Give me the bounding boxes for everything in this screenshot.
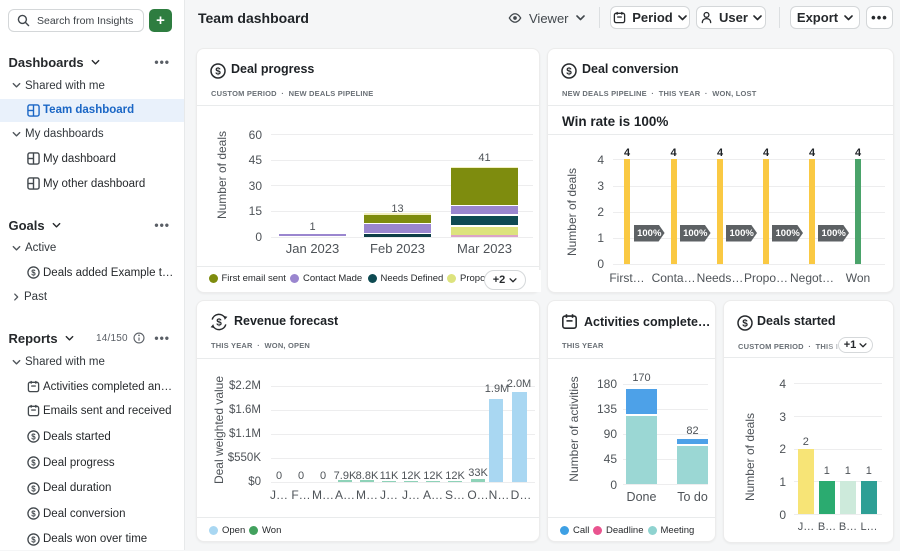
svg-text:$: $ <box>31 458 36 467</box>
svg-text:$: $ <box>742 319 748 330</box>
svg-text:$: $ <box>31 432 36 441</box>
svg-text:$: $ <box>216 318 222 329</box>
svg-text:$: $ <box>31 484 36 493</box>
svg-text:$: $ <box>31 268 36 277</box>
svg-text:$: $ <box>31 535 36 544</box>
svg-text:$: $ <box>215 67 221 78</box>
svg-text:$: $ <box>31 509 36 518</box>
svg-text:$: $ <box>566 67 572 78</box>
